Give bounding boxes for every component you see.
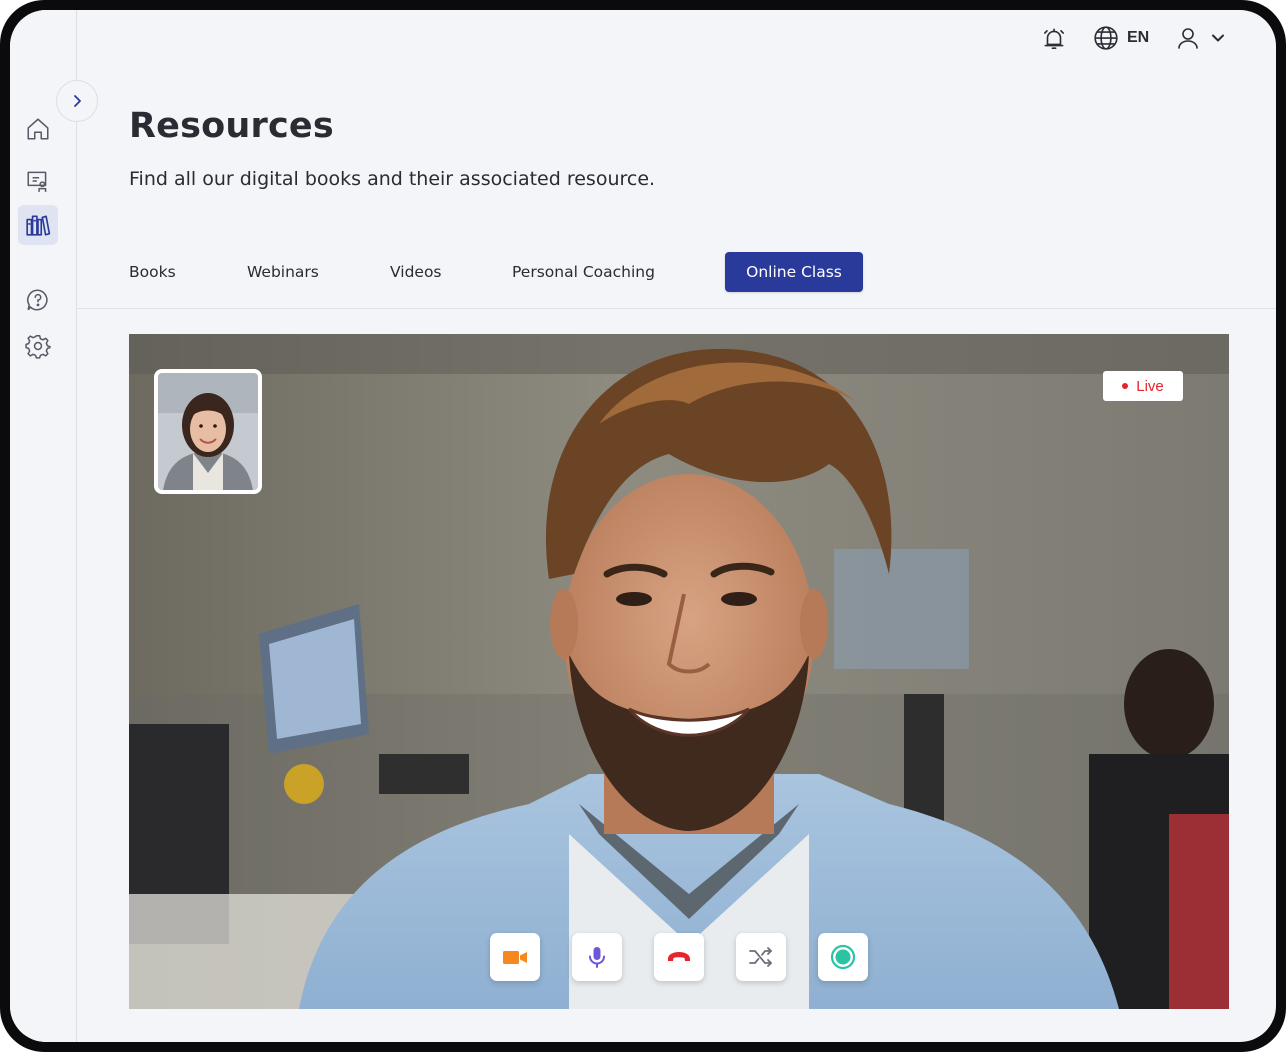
microphone-icon — [589, 947, 605, 968]
video-camera-icon — [503, 951, 527, 964]
sidebar-item-help[interactable] — [18, 280, 58, 320]
notifications-button[interactable] — [1041, 26, 1067, 52]
participant-video-feed — [158, 373, 258, 490]
alarm-bell-icon — [1043, 28, 1065, 50]
call-controls-bar — [490, 933, 868, 981]
page-title: Resources — [129, 106, 334, 146]
page-subtitle: Find all our digital books and their ass… — [129, 168, 656, 190]
home-icon — [27, 118, 49, 140]
sidebar-toggle-button[interactable] — [56, 80, 98, 122]
video-call-stage: Live — [129, 334, 1229, 1009]
self-view-thumbnail[interactable] — [154, 369, 262, 494]
toggle-camera-button[interactable] — [490, 933, 540, 981]
hang-up-icon — [668, 952, 690, 961]
tab-videos[interactable]: Videos — [390, 252, 442, 292]
language-selector[interactable]: EN — [1093, 25, 1149, 51]
record-icon — [830, 944, 856, 970]
live-status-badge: Live — [1103, 371, 1183, 401]
chevron-down-icon — [1212, 34, 1224, 42]
sidebar-item-settings[interactable] — [18, 326, 58, 366]
tab-webinars[interactable]: Webinars — [247, 252, 319, 292]
live-label: Live — [1136, 377, 1164, 395]
user-menu[interactable] — [1176, 25, 1226, 51]
sidebar-item-resources[interactable] — [18, 205, 58, 245]
end-call-button[interactable] — [654, 933, 704, 981]
sidebar — [10, 10, 77, 1042]
sidebar-item-home[interactable] — [18, 109, 58, 149]
presentation-icon — [27, 171, 47, 192]
sidebar-item-classroom[interactable] — [18, 161, 58, 201]
tab-books[interactable]: Books — [129, 252, 176, 292]
help-chat-icon — [27, 289, 48, 311]
live-indicator-dot — [1122, 383, 1129, 389]
record-button[interactable] — [818, 933, 868, 981]
switch-layout-button[interactable] — [736, 933, 786, 981]
tab-personal-coaching[interactable]: Personal Coaching — [512, 252, 655, 292]
globe-icon — [1094, 26, 1118, 50]
chevron-right-icon — [74, 95, 81, 107]
tabs-divider — [77, 308, 1276, 309]
shuffle-icon — [749, 947, 772, 967]
speaker-video-feed — [129, 334, 1229, 1009]
toggle-microphone-button[interactable] — [572, 933, 622, 981]
app-screen: EN Resources Find all our digital books … — [10, 10, 1276, 1042]
gear-icon — [25, 334, 51, 359]
device-frame: EN Resources Find all our digital books … — [0, 0, 1286, 1052]
language-label: EN — [1127, 29, 1150, 46]
tab-online-class[interactable]: Online Class — [725, 252, 863, 292]
library-books-icon — [26, 215, 51, 236]
user-icon — [1178, 28, 1198, 49]
